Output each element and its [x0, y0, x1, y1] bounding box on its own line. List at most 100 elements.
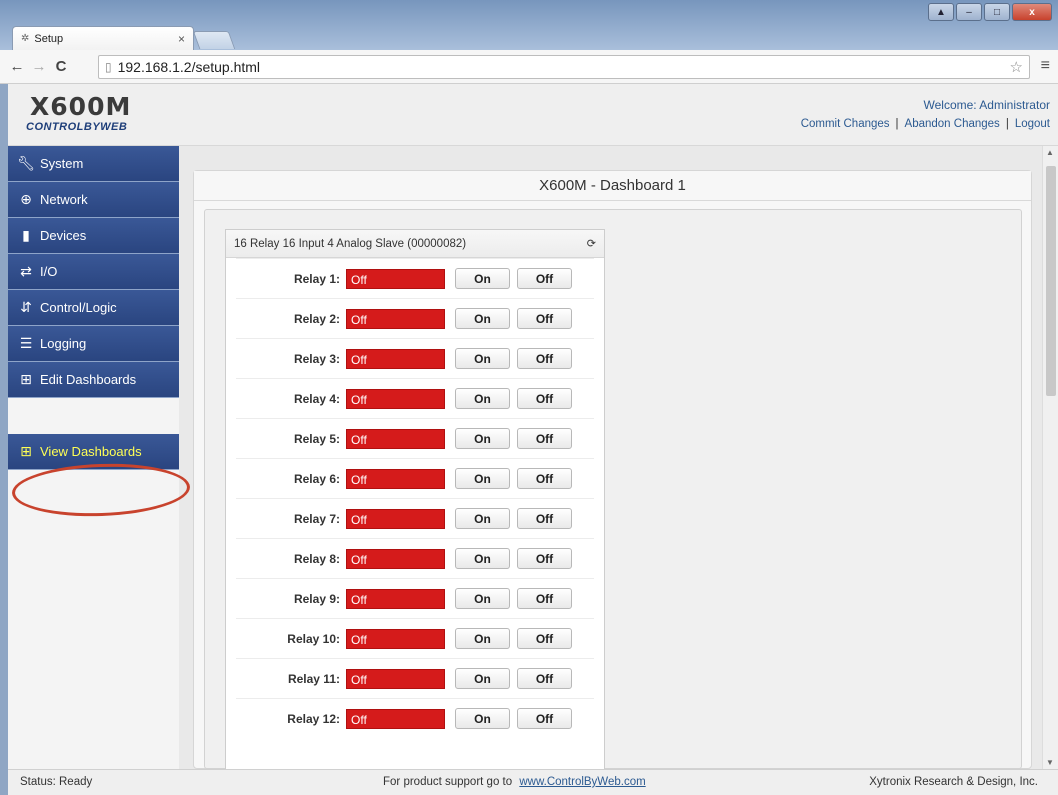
page-scrollbar[interactable]: ▲ ▼: [1042, 146, 1058, 769]
refresh-icon[interactable]: ⟳: [587, 237, 596, 250]
relay-off-button[interactable]: Off: [517, 588, 572, 609]
relay-on-button[interactable]: On: [455, 708, 510, 729]
relay-off-button[interactable]: Off: [517, 428, 572, 449]
support-link[interactable]: www.ControlByWeb.com: [519, 776, 645, 788]
browser-menu-icon[interactable]: ≡: [1041, 57, 1050, 75]
io-arrows-icon: ⇄: [20, 263, 32, 279]
relay-row: Relay 9: Off On Off: [236, 578, 594, 618]
relay-label: Relay 1:: [293, 271, 340, 286]
relay-row: Relay 5: Off On Off: [236, 418, 594, 458]
relay-off-button[interactable]: Off: [517, 668, 572, 689]
sidebar-item-label: I/O: [40, 264, 58, 279]
commit-changes-link[interactable]: Commit Changes: [801, 118, 890, 130]
relay-off-button[interactable]: Off: [517, 348, 572, 369]
relay-label: Relay 4:: [293, 391, 340, 406]
sidebar-item-label: Devices: [40, 228, 87, 243]
device-icon: ▮: [22, 227, 30, 243]
relay-on-button[interactable]: On: [455, 348, 510, 369]
logic-icon: ⇵: [20, 299, 32, 315]
scroll-thumb[interactable]: [1046, 166, 1056, 396]
scroll-up-icon[interactable]: ▲: [1046, 148, 1054, 157]
relay-row: Relay 4: Off On Off: [236, 378, 594, 418]
relay-on-button[interactable]: On: [455, 308, 510, 329]
sidebar-item-logging[interactable]: ☰ Logging: [8, 326, 179, 362]
relay-label: Relay 5:: [293, 431, 340, 446]
link-separator: |: [895, 118, 899, 130]
relay-label: Relay 11:: [287, 671, 340, 686]
scroll-down-icon[interactable]: ▼: [1046, 758, 1054, 767]
url-text[interactable]: 192.168.1.2/setup.html: [118, 59, 1010, 75]
favicon-icon: ✲: [21, 33, 30, 44]
relay-state-indicator: Off: [346, 588, 445, 609]
relay-label: Relay 8:: [293, 551, 340, 566]
relay-off-button[interactable]: Off: [517, 708, 572, 729]
relay-on-button[interactable]: On: [455, 548, 510, 569]
relay-off-button[interactable]: Off: [517, 388, 572, 409]
sidebar-item-label: Network: [40, 192, 88, 207]
back-icon[interactable]: ←: [6, 58, 28, 75]
relay-on-button[interactable]: On: [455, 508, 510, 529]
page-header: X600M CONTROLBYWEB Welcome: Administrato…: [8, 84, 1058, 146]
relay-off-button[interactable]: Off: [517, 548, 572, 569]
sidebar-gap: [8, 398, 179, 434]
relay-on-button[interactable]: On: [455, 388, 510, 409]
relay-on-button[interactable]: On: [455, 268, 510, 289]
relay-label: Relay 9:: [293, 591, 340, 606]
relay-on-button[interactable]: On: [455, 588, 510, 609]
sidebar-item-control-logic[interactable]: ⇵ Control/Logic: [8, 290, 179, 326]
address-bar[interactable]: ▯ 192.168.1.2/setup.html ☆: [98, 55, 1030, 79]
relay-state-indicator: Off: [346, 388, 445, 409]
minimize-button[interactable]: –: [956, 3, 982, 21]
relay-off-button[interactable]: Off: [517, 268, 572, 289]
window-controls: ▲ – □ x: [928, 3, 1052, 21]
relay-on-button[interactable]: On: [455, 428, 510, 449]
logout-link[interactable]: Logout: [1015, 118, 1050, 130]
tab-close-icon[interactable]: ×: [178, 32, 185, 46]
sidebar-item-devices[interactable]: ▮ Devices: [8, 218, 179, 254]
globe-icon: ⊕: [20, 191, 32, 207]
relay-state-indicator: Off: [346, 668, 445, 689]
close-window-button[interactable]: x: [1012, 3, 1052, 21]
browser-tab[interactable]: ✲ Setup ×: [12, 26, 194, 50]
status-bar: Status: Ready For product support go to …: [8, 769, 1058, 795]
sidebar-item-label: Control/Logic: [40, 300, 117, 315]
relay-off-button[interactable]: Off: [517, 468, 572, 489]
sidebar-item-label: Edit Dashboards: [40, 372, 137, 387]
widget-header: 16 Relay 16 Input 4 Analog Slave (000000…: [226, 230, 604, 258]
forward-icon[interactable]: →: [28, 58, 50, 75]
sidebar-item-io[interactable]: ⇄ I/O: [8, 254, 179, 290]
sidebar-item-edit-dashboards[interactable]: ⊞ Edit Dashboards: [8, 362, 179, 398]
user-icon[interactable]: ▲: [928, 3, 954, 21]
relay-off-button[interactable]: Off: [517, 308, 572, 329]
relay-state-indicator: Off: [346, 428, 445, 449]
logo-brand: CONTROLBYWEB: [26, 121, 128, 133]
relay-label: Relay 10:: [287, 631, 340, 646]
log-icon: ☰: [19, 335, 33, 351]
sidebar-item-system[interactable]: 🔧︎ System: [8, 146, 179, 182]
relay-on-button[interactable]: On: [455, 628, 510, 649]
tab-title: Setup: [34, 32, 64, 45]
reload-icon[interactable]: C: [50, 58, 72, 75]
relay-label: Relay 3:: [293, 351, 340, 366]
relay-state-indicator: Off: [346, 548, 445, 569]
relay-row: Relay 3: Off On Off: [236, 338, 594, 378]
relay-state-indicator: Off: [346, 508, 445, 529]
relay-off-button[interactable]: Off: [517, 628, 572, 649]
dashboard-body: 16 Relay 16 Input 4 Analog Slave (000000…: [204, 209, 1022, 774]
dashboard-icon: ⊞: [20, 371, 32, 387]
maximize-button[interactable]: □: [984, 3, 1010, 21]
relay-row: Relay 8: Off On Off: [236, 538, 594, 578]
sidebar-item-view-dashboards[interactable]: ⊞ View Dashboards: [8, 434, 179, 470]
relay-on-button[interactable]: On: [455, 468, 510, 489]
sidebar-item-network[interactable]: ⊕ Network: [8, 182, 179, 218]
relay-on-button[interactable]: On: [455, 668, 510, 689]
relay-off-button[interactable]: Off: [517, 508, 572, 529]
sidebar: 🔧︎ System ⊕ Network ▮ Devices ⇄ I/O ⇵ Co…: [8, 146, 191, 769]
abandon-changes-link[interactable]: Abandon Changes: [905, 118, 1000, 130]
relay-row: Relay 7: Off On Off: [236, 498, 594, 538]
web-page: X600M CONTROLBYWEB Welcome: Administrato…: [8, 84, 1058, 795]
bookmark-star-icon[interactable]: ☆: [1010, 58, 1023, 76]
new-tab-button[interactable]: [192, 31, 236, 49]
relay-row: Relay 1: Off On Off: [236, 258, 594, 298]
welcome-text: Welcome: Administrator: [923, 98, 1051, 112]
